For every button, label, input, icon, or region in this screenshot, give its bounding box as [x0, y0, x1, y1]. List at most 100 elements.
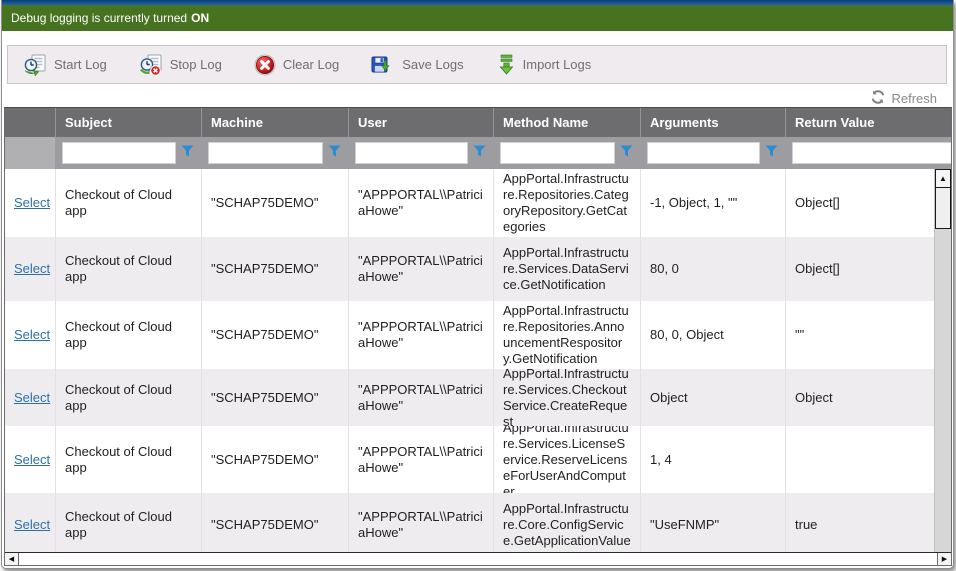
- start-log-label: Start Log: [54, 57, 107, 72]
- debug-log-window: Debug logging is currently turned ON Sta…: [1, 0, 954, 569]
- table-row: Select Checkout of Cloud app "SCHAP75DEM…: [5, 493, 951, 552]
- table-row: Select Checkout of Cloud app "SCHAP75DEM…: [5, 426, 951, 493]
- select-cell: Select: [5, 493, 55, 552]
- user-cell: "APPPORTAL\\PatriciaHowe": [348, 369, 493, 426]
- table-row: Select Checkout of Cloud app "SCHAP75DEM…: [5, 169, 951, 237]
- save-logs-button[interactable]: Save Logs: [371, 54, 463, 76]
- filter-funnel-icon[interactable]: [765, 144, 778, 162]
- header-method-name[interactable]: Method Name: [493, 108, 640, 137]
- header-select-column: [5, 108, 55, 137]
- header-user[interactable]: User: [348, 108, 493, 137]
- filter-funnel-icon[interactable]: [181, 144, 194, 162]
- user-cell: "APPPORTAL\\PatriciaHowe": [348, 169, 493, 237]
- method-name-cell: AppPortal.Infrastructure.Core.ConfigServ…: [493, 493, 640, 552]
- machine-cell: "SCHAP75DEMO": [201, 493, 348, 552]
- vertical-scrollbar[interactable]: ▲: [934, 169, 951, 552]
- filter-cell-machine: [201, 137, 348, 169]
- machine-cell: "SCHAP75DEMO": [201, 237, 348, 301]
- refresh-icon: [871, 90, 885, 107]
- header-return-value[interactable]: Return Value: [785, 108, 951, 137]
- horizontal-scrollbar[interactable]: ◀ ▶: [5, 552, 951, 565]
- return-value-cell: true: [785, 493, 951, 552]
- return-value-cell: "": [785, 301, 951, 369]
- save-logs-label: Save Logs: [402, 57, 463, 72]
- subject-cell: Checkout of Cloud app: [55, 237, 201, 301]
- header-arguments[interactable]: Arguments: [640, 108, 785, 137]
- arguments-cell: "UseFNMP": [640, 493, 785, 552]
- return-value-cell: [785, 426, 951, 493]
- clear-log-button[interactable]: Clear Log: [254, 54, 339, 76]
- filter-blank-cell: [5, 137, 55, 169]
- return-value-cell: Object[]: [785, 237, 951, 301]
- filter-cell-arguments: [640, 137, 785, 169]
- import-logs-label: Import Logs: [523, 57, 592, 72]
- arguments-cell: 80, 0, Object: [640, 301, 785, 369]
- machine-cell: "SCHAP75DEMO": [201, 169, 348, 237]
- return-value-cell: Object[]: [785, 169, 951, 237]
- user-cell: "APPPORTAL\\PatriciaHowe": [348, 426, 493, 493]
- subject-cell: Checkout of Cloud app: [55, 369, 201, 426]
- select-cell: Select: [5, 237, 55, 301]
- clear-log-icon: [254, 54, 276, 76]
- arguments-cell: -1, Object, 1, "": [640, 169, 785, 237]
- clear-log-label: Clear Log: [283, 57, 339, 72]
- select-link[interactable]: Select: [14, 390, 50, 406]
- select-cell: Select: [5, 169, 55, 237]
- arguments-cell: 80, 0: [640, 237, 785, 301]
- debug-status-banner: Debug logging is currently turned ON: [2, 5, 953, 31]
- subject-cell: Checkout of Cloud app: [55, 301, 201, 369]
- method-name-cell: AppPortal.Infrastructure.Services.Checko…: [493, 369, 640, 426]
- return-value-cell: Object: [785, 369, 951, 426]
- arguments-filter-input[interactable]: [647, 142, 760, 164]
- select-link[interactable]: Select: [14, 452, 50, 468]
- grid-header-row: Subject Machine User Method Name Argumen…: [5, 108, 951, 137]
- subject-cell: Checkout of Cloud app: [55, 169, 201, 237]
- return-value-filter-input[interactable]: [792, 142, 952, 164]
- stop-log-button[interactable]: Stop Log: [139, 54, 222, 76]
- filter-funnel-icon[interactable]: [328, 144, 341, 162]
- header-subject[interactable]: Subject: [55, 108, 201, 137]
- debug-log-grid: Subject Machine User Method Name Argumen…: [4, 107, 952, 566]
- start-log-button[interactable]: Start Log: [23, 54, 107, 76]
- method-name-cell: AppPortal.Infrastructure.Repositories.An…: [493, 301, 640, 369]
- method-name-cell: AppPortal.Infrastructure.Repositories.Ca…: [493, 169, 640, 237]
- subject-cell: Checkout of Cloud app: [55, 493, 201, 552]
- filter-funnel-icon[interactable]: [620, 144, 633, 162]
- refresh-label: Refresh: [891, 91, 937, 106]
- header-machine[interactable]: Machine: [201, 108, 348, 137]
- select-cell: Select: [5, 369, 55, 426]
- log-toolbar: Start Log Stop Log: [7, 45, 947, 84]
- table-row: Select Checkout of Cloud app "SCHAP75DEM…: [5, 301, 951, 369]
- select-link[interactable]: Select: [14, 517, 50, 533]
- grid-body: Select Checkout of Cloud app "SCHAP75DEM…: [5, 169, 951, 552]
- arguments-cell: Object: [640, 369, 785, 426]
- banner-status: ON: [191, 11, 209, 25]
- scroll-left-arrow-icon[interactable]: ◀: [5, 553, 19, 565]
- stop-log-label: Stop Log: [170, 57, 222, 72]
- select-link[interactable]: Select: [14, 261, 50, 277]
- method-name-filter-input[interactable]: [500, 142, 615, 164]
- table-row: Select Checkout of Cloud app "SCHAP75DEM…: [5, 237, 951, 301]
- user-filter-input[interactable]: [355, 142, 468, 164]
- subject-filter-input[interactable]: [62, 142, 176, 164]
- banner-text: Debug logging is currently turned: [11, 11, 187, 25]
- stop-log-icon: [139, 54, 163, 76]
- refresh-button[interactable]: Refresh: [871, 90, 937, 106]
- arguments-cell: 1, 4: [640, 426, 785, 493]
- filter-funnel-icon[interactable]: [473, 144, 486, 162]
- user-cell: "APPPORTAL\\PatriciaHowe": [348, 237, 493, 301]
- import-logs-button[interactable]: Import Logs: [496, 54, 592, 76]
- grid-filter-row: [5, 137, 951, 169]
- scroll-up-arrow-icon[interactable]: ▲: [935, 169, 951, 188]
- table-row: Select Checkout of Cloud app "SCHAP75DEM…: [5, 369, 951, 426]
- machine-cell: "SCHAP75DEMO": [201, 426, 348, 493]
- user-cell: "APPPORTAL\\PatriciaHowe": [348, 301, 493, 369]
- machine-filter-input[interactable]: [208, 142, 323, 164]
- user-cell: "APPPORTAL\\PatriciaHowe": [348, 493, 493, 552]
- select-link[interactable]: Select: [14, 195, 50, 211]
- select-link[interactable]: Select: [14, 327, 50, 343]
- vertical-scrollbar-thumb[interactable]: [935, 188, 951, 229]
- method-name-cell: AppPortal.Infrastructure.Services.DataSe…: [493, 237, 640, 301]
- save-logs-icon: [371, 54, 395, 76]
- scroll-right-arrow-icon[interactable]: ▶: [937, 553, 951, 565]
